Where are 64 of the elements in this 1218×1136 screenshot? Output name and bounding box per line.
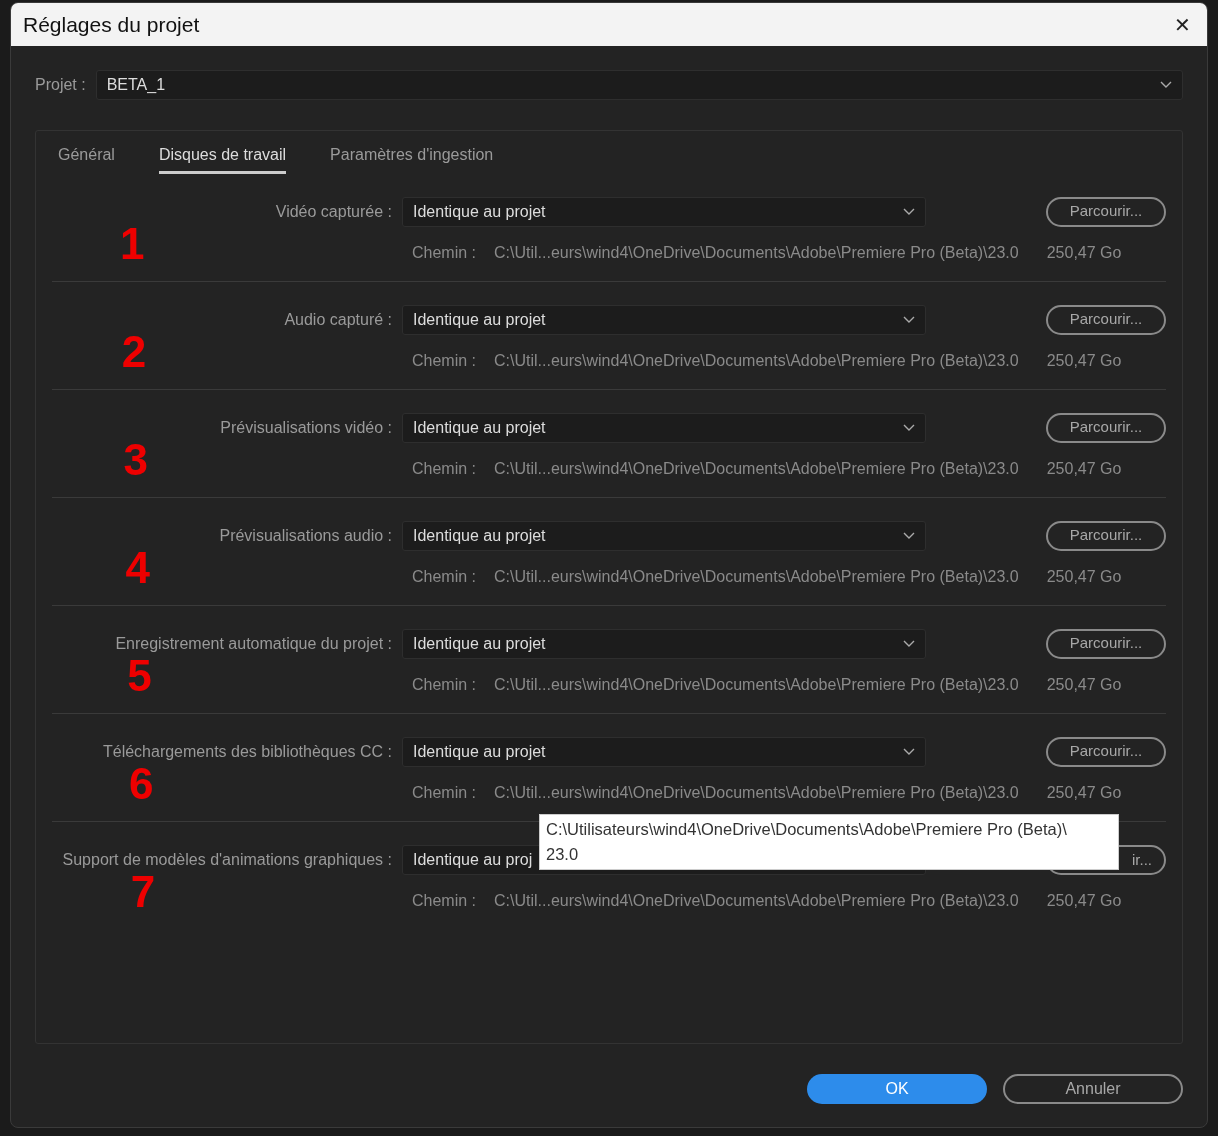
location-dropdown[interactable]: Identique au projet bbox=[402, 628, 926, 659]
chevron-down-icon bbox=[1160, 81, 1172, 89]
location-dropdown[interactable]: Identique au projet bbox=[402, 196, 926, 227]
step-number: 7 bbox=[130, 870, 156, 914]
step-number: 5 bbox=[127, 654, 152, 698]
path-text: C:\Util...eurs\wind4\OneDrive\Documents\Adobe\Premiere Pro (Beta)\23.0 bbox=[494, 782, 1019, 803]
field-label: Prévisualisations audio : bbox=[219, 526, 392, 544]
location-dropdown[interactable]: Identique au projet bbox=[402, 520, 926, 551]
tab[interactable]: Disques de travail bbox=[158, 139, 287, 174]
path-label: Chemin : bbox=[412, 458, 477, 479]
window-title: Réglages du projet bbox=[23, 11, 200, 38]
path-text: C:\Util...eurs\wind4\OneDrive\Documents\Adobe\Premiere Pro (Beta)\23.0 bbox=[494, 350, 1019, 371]
tooltip: C:\Utilisateurs\wind4\OneDrive\Documents\Adobe\Premiere Pro (Beta)\ 23.0 bbox=[539, 814, 1119, 870]
field-label: Prévisualisations vidéo : bbox=[220, 418, 392, 436]
step-number: 3 bbox=[123, 438, 149, 482]
field-label: Vidéo capturée : bbox=[275, 202, 392, 220]
chevron-down-icon bbox=[903, 207, 915, 216]
chevron-down-icon bbox=[903, 423, 915, 432]
chevron-down-icon bbox=[903, 315, 915, 324]
chevron-down-icon bbox=[903, 747, 915, 756]
path-label: Chemin : bbox=[412, 566, 477, 587]
chevron-down-icon bbox=[903, 639, 915, 648]
disk-space: 250,47 Go bbox=[1046, 458, 1122, 479]
path-label: Chemin : bbox=[412, 350, 477, 371]
tab[interactable]: Paramètres d'ingestion bbox=[330, 139, 494, 174]
disk-space: 250,47 Go bbox=[1046, 242, 1122, 263]
location-dropdown[interactable]: Identique au projet bbox=[402, 304, 926, 335]
location-dropdown[interactable]: Identique au projet bbox=[402, 736, 926, 767]
disk-space: 250,47 Go bbox=[1046, 782, 1122, 803]
path-label: Chemin : bbox=[412, 782, 477, 803]
cancel-button[interactable]: Annuler bbox=[1003, 1074, 1183, 1104]
browse-button[interactable]: Parcourir... bbox=[1046, 196, 1166, 227]
tab[interactable]: Général bbox=[58, 139, 115, 174]
field-label: Enregistrement automatique du projet : bbox=[115, 634, 392, 652]
disk-space: 250,47 Go bbox=[1046, 891, 1122, 911]
path-text: C:\Util...eurs\wind4\OneDrive\Documents\Adobe\Premiere Pro (Beta)\23.0 bbox=[494, 458, 1019, 479]
browse-button[interactable]: Parcourir... bbox=[1046, 628, 1166, 659]
field-label: Support de modèles d'animations graphiques : bbox=[62, 851, 392, 868]
disk-space: 250,47 Go bbox=[1046, 350, 1122, 371]
project-dropdown[interactable]: BETA_1 bbox=[95, 70, 1183, 100]
browse-button[interactable]: Parcourir... bbox=[1046, 520, 1166, 551]
browse-button[interactable]: Parcourir... bbox=[1046, 304, 1166, 335]
path-label: Chemin : bbox=[412, 242, 477, 263]
path-text: C:\Util...eurs\wind4\OneDrive\Documents\Adobe\Premiere Pro (Beta)\23.0 bbox=[494, 566, 1019, 587]
step-number: 6 bbox=[129, 762, 154, 806]
browse-button[interactable]: Parcourir... bbox=[1046, 412, 1166, 443]
path-label: Chemin : bbox=[412, 674, 477, 695]
path-text: C:\Util...eurs\wind4\OneDrive\Documents\Adobe\Premiere Pro (Beta)\23.0 bbox=[494, 891, 1019, 911]
path-text: C:\Util...eurs\wind4\OneDrive\Documents\Adobe\Premiere Pro (Beta)\23.0 bbox=[494, 674, 1019, 695]
path-text: C:\Util...eurs\wind4\OneDrive\Documents\Adobe\Premiere Pro (Beta)\23.0 bbox=[494, 242, 1019, 263]
step-number: 2 bbox=[121, 330, 147, 374]
chevron-down-icon bbox=[903, 531, 915, 540]
field-label: Téléchargements des bibliothèques CC : bbox=[102, 742, 392, 760]
field-label: Audio capturé : bbox=[284, 310, 392, 328]
step-number: 4 bbox=[125, 546, 150, 590]
step-number: 1 bbox=[120, 222, 145, 266]
close-button[interactable]: ✕ bbox=[1170, 9, 1195, 40]
disk-space: 250,47 Go bbox=[1046, 566, 1122, 587]
field-label: Projet : bbox=[35, 75, 86, 95]
disk-space: 250,47 Go bbox=[1046, 674, 1122, 695]
path-label: Chemin : bbox=[412, 891, 477, 911]
location-dropdown[interactable]: Identique au projet bbox=[402, 412, 926, 443]
ok-button[interactable]: OK bbox=[807, 1074, 987, 1104]
browse-button[interactable]: Parcourir... bbox=[1046, 736, 1166, 767]
